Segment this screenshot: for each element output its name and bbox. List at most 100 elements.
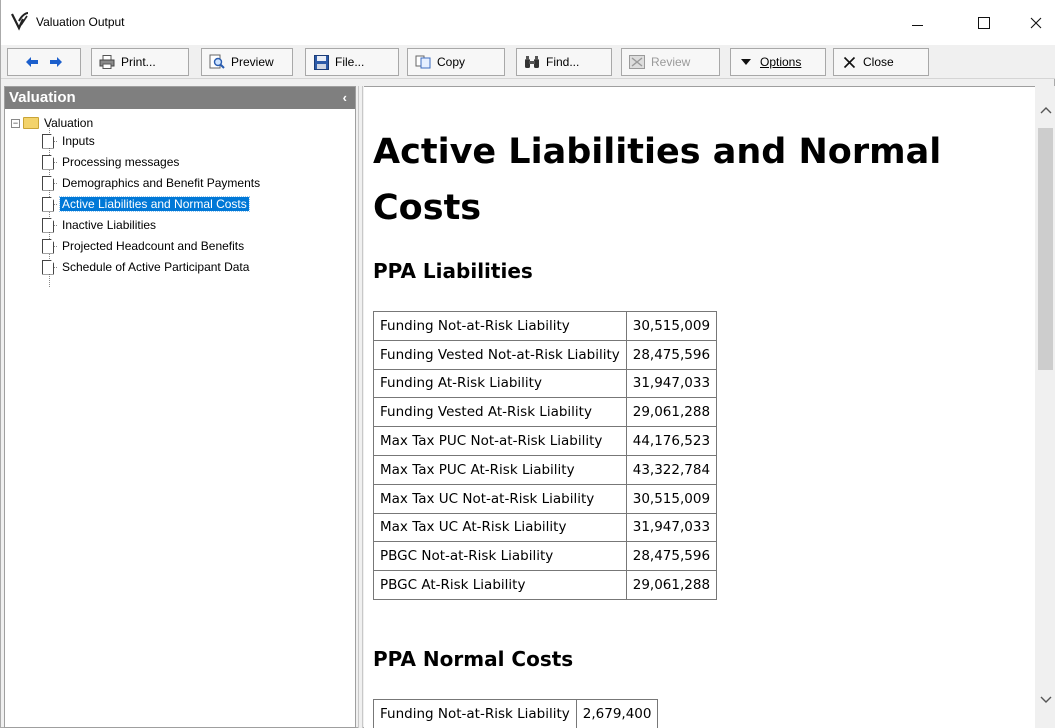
row-value: 29,061,288 — [625, 570, 718, 600]
document-icon — [42, 259, 54, 275]
tree-item-schedule-active-participant[interactable]: Schedule of Active Participant Data — [42, 258, 251, 276]
print-button[interactable]: Print... — [91, 48, 189, 76]
file-button[interactable]: File... — [305, 48, 399, 76]
tree-item-label: Schedule of Active Participant Data — [62, 260, 250, 274]
minimize-button[interactable] — [894, 0, 940, 45]
file-label: File... — [335, 55, 365, 69]
row-value: 2,679,400 — [575, 699, 659, 728]
document-icon — [42, 217, 54, 233]
table-row: PBGC Not-at-Risk Liability 28,475,596 — [373, 541, 718, 572]
find-label: Find... — [546, 55, 580, 69]
minimize-icon — [911, 25, 923, 26]
tree-root-valuation[interactable]: − Valuation — [11, 115, 95, 131]
ppa-liabilities-table: Funding Not-at-Risk Liability 30,515,009 … — [373, 311, 718, 600]
document-icon — [42, 154, 54, 170]
tree-item-projected-headcount[interactable]: Projected Headcount and Benefits — [42, 237, 246, 255]
arrow-right-icon[interactable] — [48, 54, 64, 70]
maximize-button[interactable] — [961, 0, 1007, 45]
options-dropdown[interactable]: Options — [730, 48, 826, 76]
document-icon — [42, 133, 54, 149]
table-row: Funding Vested At-Risk Liability 29,061,2… — [373, 397, 718, 428]
ppa-normal-costs-table: Funding Not-at-Risk Liability 2,679,400 — [373, 699, 659, 728]
pane-header: Valuation ‹ — [5, 87, 355, 109]
close-label: Close — [863, 55, 894, 69]
row-label: Funding Vested Not-at-Risk Liability — [373, 339, 627, 370]
scrollbar-thumb[interactable] — [1038, 128, 1053, 370]
scroll-up-icon[interactable] — [1035, 96, 1055, 124]
table-row: Max Tax UC Not-at-Risk Liability 30,515,0… — [373, 483, 718, 514]
table-row: PBGC At-Risk Liability 29,061,288 — [373, 570, 718, 600]
printer-icon — [99, 54, 115, 70]
print-label: Print... — [121, 55, 156, 69]
save-disk-icon — [313, 54, 329, 70]
table-row: Max Tax PUC Not-at-Risk Liability 44,176,… — [373, 426, 718, 456]
options-label: Options — [760, 55, 802, 69]
preview-button[interactable]: Preview — [201, 48, 293, 76]
tree-item-label: Processing messages — [62, 155, 180, 169]
collapse-node-icon[interactable]: − — [11, 118, 20, 128]
row-label: Funding Vested At-Risk Liability — [373, 397, 627, 428]
row-label: Max Tax PUC Not-at-Risk Liability — [373, 426, 627, 456]
tree-item-processing-messages[interactable]: Processing messages — [42, 153, 181, 171]
review-label: Review — [651, 55, 691, 69]
find-button[interactable]: Find... — [516, 48, 612, 76]
tree-item-label: Projected Headcount and Benefits — [62, 239, 245, 253]
preview-label: Preview — [231, 55, 274, 69]
tree-item-label: Demographics and Benefit Payments — [62, 176, 261, 190]
row-label: Funding Not-at-Risk Liability — [373, 699, 577, 728]
back-forward-group — [7, 48, 81, 76]
tree-item-label: Inputs — [62, 134, 95, 148]
review-icon — [629, 54, 645, 70]
toolbar: Print... Preview File... Copy Find... Re… — [1, 45, 1055, 79]
valuation-logo-icon — [10, 11, 30, 31]
preview-icon — [209, 54, 225, 70]
row-label: Max Tax UC Not-at-Risk Liability — [373, 483, 627, 514]
collapse-pane-icon[interactable]: ‹ — [343, 87, 347, 109]
row-label: PBGC At-Risk Liability — [373, 570, 627, 600]
vertical-scrollbar[interactable] — [1035, 86, 1055, 728]
row-value: 31,947,033 — [625, 512, 718, 543]
row-label: Funding Not-at-Risk Liability — [373, 311, 627, 341]
ppa-normal-costs-heading: PPA Normal Costs — [373, 647, 574, 671]
tree-item-inputs[interactable]: Inputs — [42, 132, 97, 150]
close-button[interactable]: Close — [833, 48, 929, 76]
arrow-left-icon[interactable] — [24, 54, 40, 70]
table-row: Funding At-Risk Liability 31,947,033 — [373, 368, 718, 399]
row-value: 44,176,523 — [625, 426, 718, 456]
row-value: 28,475,596 — [625, 339, 718, 370]
copy-label: Copy — [437, 55, 466, 69]
window-title: Valuation Output — [36, 15, 125, 29]
table-row: Max Tax UC At-Risk Liability 31,947,033 — [373, 512, 718, 543]
document-icon — [42, 175, 54, 191]
copy-button[interactable]: Copy — [407, 48, 505, 76]
report-pane: Active Liabilities and Normal Costs PPA … — [364, 86, 1055, 728]
row-value: 29,061,288 — [625, 397, 718, 428]
row-value: 43,322,784 — [625, 454, 718, 485]
maximize-icon — [978, 16, 990, 29]
binoculars-icon — [524, 54, 540, 70]
table-row: Max Tax PUC At-Risk Liability 43,322,784 — [373, 454, 718, 485]
scroll-down-icon[interactable] — [1035, 686, 1055, 714]
tree-item-inactive-liabilities[interactable]: Inactive Liabilities — [42, 216, 158, 234]
pane-splitter[interactable] — [358, 86, 363, 728]
tree-item-label: Inactive Liabilities — [62, 218, 157, 232]
navigation-pane: Valuation ‹ − Valuation Inputs Processin… — [4, 86, 356, 728]
row-label: Max Tax PUC At-Risk Liability — [373, 454, 627, 485]
table-row: Funding Not-at-Risk Liability 30,515,009 — [373, 311, 718, 341]
window-close-button[interactable] — [1013, 0, 1055, 45]
table-row: Funding Not-at-Risk Liability 2,679,400 — [373, 699, 659, 728]
title-bar: Valuation Output — [1, 0, 1055, 45]
valuation-output-window: Valuation Output Print... Preview File..… — [0, 0, 1055, 728]
close-x-icon — [841, 54, 857, 70]
ppa-liabilities-heading: PPA Liabilities — [373, 259, 533, 283]
tree-item-demographics[interactable]: Demographics and Benefit Payments — [42, 174, 262, 192]
review-button[interactable]: Review — [621, 48, 720, 76]
row-value: 30,515,009 — [625, 483, 718, 514]
row-value: 28,475,596 — [625, 541, 718, 572]
row-value: 30,515,009 — [625, 311, 718, 341]
tree-item-label-selected: Active Liabilities and Normal Costs — [59, 196, 250, 212]
document-icon — [42, 238, 54, 254]
pane-header-title: Valuation — [9, 89, 76, 106]
row-label: Max Tax UC At-Risk Liability — [373, 512, 627, 543]
tree-item-active-liabilities[interactable]: Active Liabilities and Normal Costs — [42, 195, 250, 213]
